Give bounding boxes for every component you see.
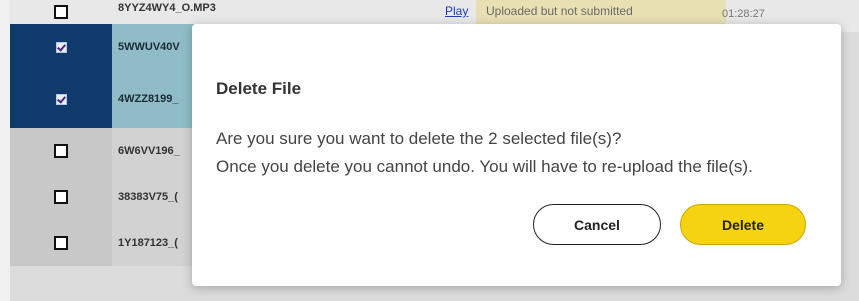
duration: 01:28:27 [722, 8, 765, 20]
dialog-message: Are you sure you want to delete the 2 se… [216, 125, 826, 181]
checkbox-cell [10, 174, 112, 220]
checkbox-cell [10, 0, 112, 24]
status-badge: Uploaded but not submitted [476, 0, 726, 24]
checkbox-cell [10, 24, 112, 70]
checkbox-cell [10, 220, 112, 266]
row-checkbox[interactable] [54, 144, 68, 158]
delete-file-dialog: Delete File Are you sure you want to del… [192, 24, 841, 286]
delete-button[interactable]: Delete [680, 204, 806, 245]
row-checkbox[interactable] [55, 93, 67, 105]
checkbox-cell [10, 128, 112, 174]
row-checkbox[interactable] [55, 41, 67, 53]
dialog-message-line-1: Are you sure you want to delete the 2 se… [216, 129, 622, 148]
play-link[interactable]: Play [445, 4, 468, 18]
row-checkbox[interactable] [54, 190, 68, 204]
cancel-button[interactable]: Cancel [533, 204, 661, 245]
row-checkbox[interactable] [54, 5, 68, 19]
filename: 8YYZ4WY4_O.MP3 [118, 2, 216, 14]
dialog-message-line-2: Once you delete you cannot undo. You wil… [216, 157, 753, 176]
row-checkbox[interactable] [54, 236, 68, 250]
dialog-title: Delete File [216, 79, 302, 98]
checkbox-cell [10, 70, 112, 128]
